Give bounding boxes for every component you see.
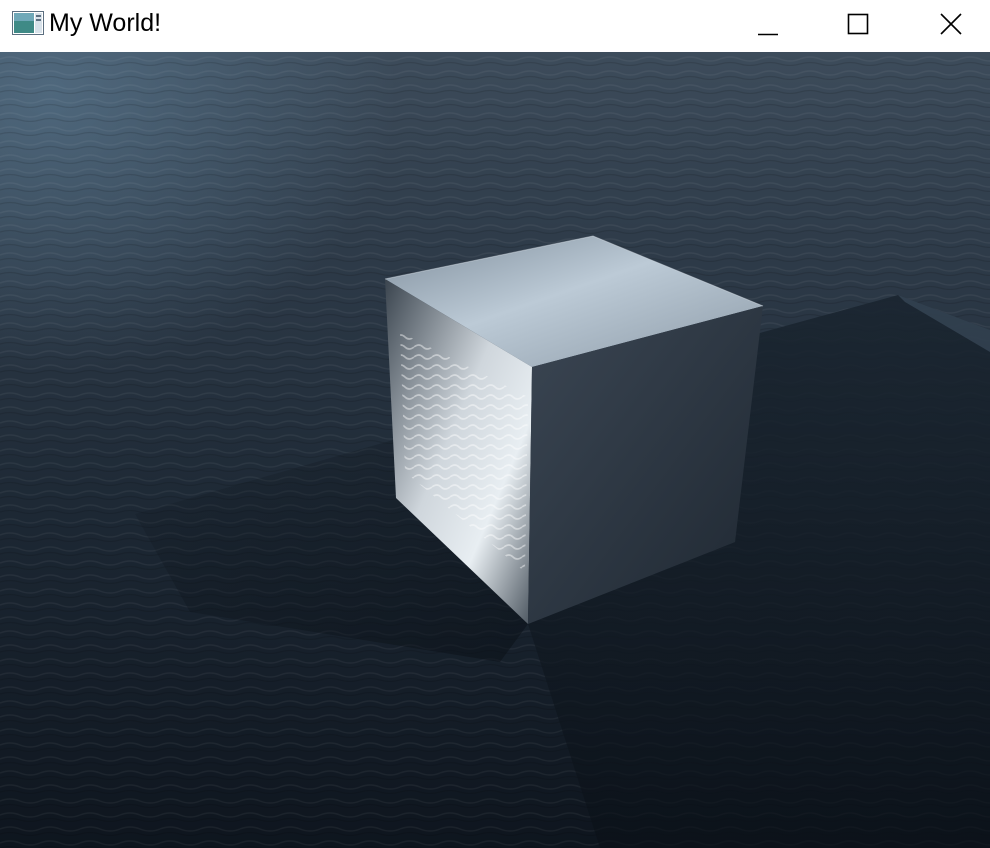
render-viewport[interactable] — [0, 52, 990, 848]
maximize-button[interactable] — [814, 0, 902, 48]
app-window-icon — [12, 11, 44, 35]
close-icon — [940, 13, 962, 35]
window-title: My World! — [49, 9, 162, 37]
maximize-icon — [847, 13, 869, 35]
minimize-button[interactable] — [724, 0, 812, 48]
minimize-icon — [758, 33, 778, 36]
close-button[interactable] — [907, 0, 990, 48]
app-window: My World! — [0, 0, 990, 848]
title-bar[interactable]: My World! — [0, 0, 990, 52]
